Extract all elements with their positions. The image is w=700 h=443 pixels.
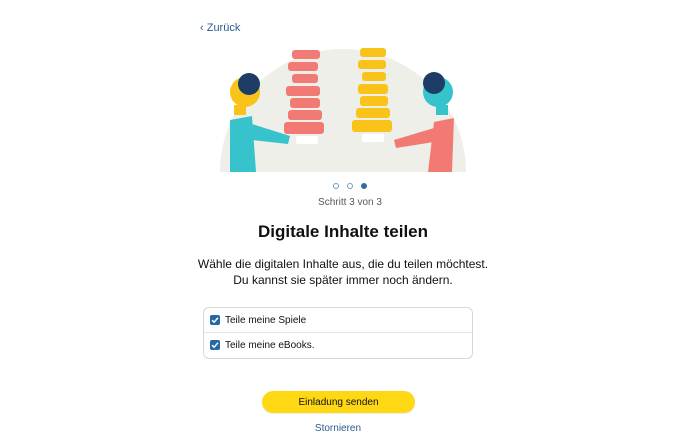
- sharing-options: Teile meine Spiele Teile meine eBooks.: [203, 307, 473, 359]
- hero-illustration: [220, 48, 466, 172]
- checkmark-icon: [211, 317, 219, 324]
- page-title: Digitale Inhalte teilen: [257, 222, 429, 241]
- back-link[interactable]: ‹ Zurück: [200, 22, 240, 34]
- description-line-2: Du kannst sie später immer noch ändern.: [233, 273, 453, 287]
- step-indicator: [0, 183, 700, 189]
- send-invitation-button[interactable]: Einladung senden: [262, 391, 415, 413]
- description: Wähle die digitalen Inhalte aus, die du …: [0, 256, 686, 288]
- step-label: Schritt 3 von 3: [318, 197, 382, 208]
- description-line-1: Wähle die digitalen Inhalte aus, die du …: [197, 257, 489, 271]
- cancel-link[interactable]: Stornieren: [0, 423, 676, 434]
- hero-background: [220, 49, 466, 172]
- step-dot-3-active: [361, 183, 367, 189]
- checkbox-share-ebooks[interactable]: [210, 340, 220, 350]
- option-label-games: Teile meine Spiele: [225, 314, 307, 326]
- option-label-ebooks: Teile meine eBooks.: [225, 339, 315, 351]
- step-dot-1: [333, 183, 339, 189]
- option-share-ebooks[interactable]: Teile meine eBooks.: [204, 333, 472, 357]
- step-dot-2: [347, 183, 353, 189]
- checkmark-icon: [211, 342, 219, 349]
- checkbox-share-games[interactable]: [210, 315, 220, 325]
- option-share-games[interactable]: Teile meine Spiele: [204, 308, 472, 333]
